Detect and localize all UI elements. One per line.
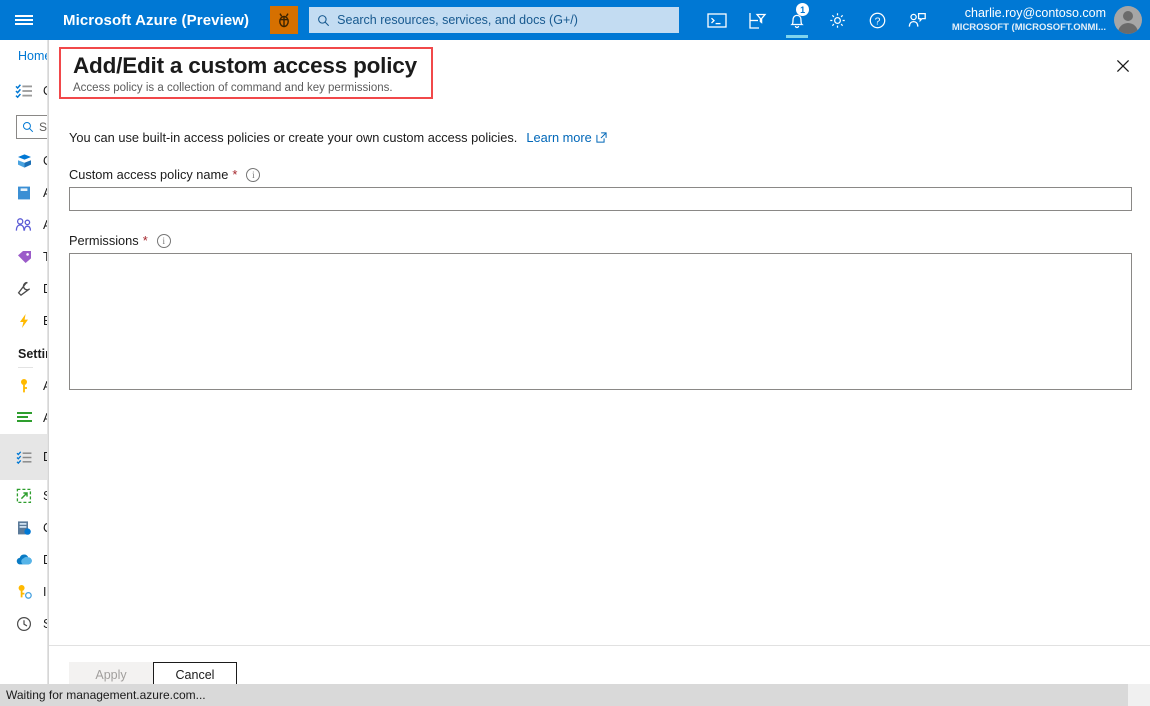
close-glyph [1116,59,1130,73]
sidebar-search-placeholder: Search [39,120,48,134]
intro-text: You can use built-in access policies or … [69,130,518,145]
users-icon [15,216,33,234]
sidebar-item-data-access-configuration[interactable]: Data Access Configuration [0,434,47,480]
question-glyph: ? [869,12,885,28]
header-icon-group: 1 ? [697,0,937,40]
sidebar-item-data-persistence[interactable]: Data persistence [0,544,47,576]
hamburger-bar [15,19,33,21]
checklist-icon [15,448,33,466]
sidebar-item-import-export-data[interactable]: Import/Export data [0,576,47,608]
book-icon [15,184,33,202]
sidebar-item-overview-top[interactable]: Overview [0,75,47,107]
cloud-shell-icon[interactable] [697,0,737,40]
directory-filter-icon[interactable] [737,0,777,40]
sidebar-item-scale[interactable]: Scale [0,480,47,512]
field-label: Custom access policy name [69,167,229,182]
brand-title[interactable]: Microsoft Azure (Preview) [63,12,249,29]
breadcrumb-home[interactable]: Home [0,40,47,63]
field-custom-access-policy-name: Custom access policy name * i [49,167,1150,211]
global-search-box[interactable] [309,7,680,33]
permissions-textarea[interactable] [69,253,1132,390]
clock-icon [15,615,33,633]
svg-text:?: ? [874,16,880,27]
hamburger-bar [15,15,33,17]
account-email: charlie.roy@contoso.com [964,6,1106,20]
tag-icon [15,248,33,266]
status-text: Waiting for management.azure.com... [6,688,206,702]
gear-glyph [829,12,845,28]
external-link-icon [596,132,607,143]
bug-extension-icon[interactable] [270,6,299,34]
sidebar-item-activity-log[interactable]: Activity log [0,177,47,209]
key-icon [15,377,33,395]
sidebar-group-settings: Settings [18,347,47,361]
account-tenant: MICROSOFT (MICROSOFT.ONMI... [951,22,1106,33]
sidebar-item-advanced-settings[interactable]: Advanced settings [0,402,47,434]
user-avatar-icon[interactable] [1114,6,1142,34]
learn-more-link[interactable]: Learn more [526,130,607,145]
feedback-glyph [908,12,927,27]
blade-body: You can use built-in access policies or … [49,112,1150,395]
search-icon [23,122,34,133]
account-text: charlie.roy@contoso.com MICROSOFT (MICRO… [952,6,1106,34]
page-title: Add/Edit a custom access policy [73,53,417,78]
field-label-row: Permissions * i [69,233,1150,248]
add-edit-custom-access-policy-blade: Add/Edit a custom access policy Access p… [48,40,1150,688]
intro-row: You can use built-in access policies or … [49,112,1150,145]
search-icon [318,14,330,26]
cube-icon [15,152,33,170]
browser-status-bar: Waiting for management.azure.com... [0,684,1150,706]
sidebar-item-access-keys[interactable]: Access keys [0,370,47,402]
avatar-head [1123,11,1133,21]
field-label-row: Custom access policy name * i [69,167,1150,182]
list-icon [15,409,33,427]
lightning-icon [15,312,33,330]
account-menu[interactable]: charlie.roy@contoso.com MICROSOFT (MICRO… [952,0,1142,40]
feedback-person-icon[interactable] [897,0,937,40]
cloud-icon [15,551,33,569]
field-permissions: Permissions * i [49,233,1150,395]
help-question-icon[interactable]: ? [857,0,897,40]
required-asterisk: * [232,167,238,182]
checklist-icon [15,82,33,100]
avatar-body [1118,23,1138,34]
cloud-shell-glyph [707,12,727,28]
search-input[interactable] [337,13,672,27]
hamburger-bar [15,23,33,25]
blade-title-highlight: Add/Edit a custom access policy Access p… [59,47,433,99]
sidebar-item-overview[interactable]: Overview [0,145,47,177]
sidebar-divider [18,367,33,368]
info-icon[interactable]: i [246,167,261,182]
azure-top-header: Microsoft Azure (Preview) Search resourc… [0,0,1150,40]
wrench-icon [15,280,33,298]
sidebar-item-schedule-updates[interactable]: Schedule updates [0,608,47,640]
field-label: Permissions [69,233,139,248]
hamburger-menu-icon[interactable] [0,0,48,40]
learn-more-label: Learn more [526,130,592,145]
notification-count-badge: 1 [796,3,810,16]
sidebar-item-tags[interactable]: Tags [0,241,47,273]
directory-filter-glyph [749,12,767,29]
left-navigation-panel: Home Overview Search [0,40,48,684]
export-icon [15,487,33,505]
sidebar-item-access-control[interactable]: Access control (IAM) [0,209,47,241]
settings-gear-icon[interactable] [817,0,857,40]
close-icon[interactable] [1108,51,1138,81]
required-asterisk: * [142,233,148,248]
active-indicator [786,35,809,38]
bug-glyph [279,13,290,28]
notifications-bell-icon[interactable]: 1 [777,0,817,40]
sidebar-item-events[interactable]: Events [0,305,47,337]
custom-access-policy-name-input[interactable] [69,187,1132,211]
page-subtitle: Access policy is a collection of command… [73,82,393,94]
sidebar-search-input[interactable]: Search [16,115,48,139]
key-gear-icon [15,583,33,601]
sidebar-item-diagnose[interactable]: Diagnose and solve problems [0,273,47,305]
server-icon [15,519,33,537]
footer-divider [49,645,1150,646]
scrollbar-corner[interactable] [1128,684,1150,706]
info-icon[interactable]: i [156,233,171,248]
sidebar-item-cluster-size[interactable]: Cluster size [0,512,47,544]
